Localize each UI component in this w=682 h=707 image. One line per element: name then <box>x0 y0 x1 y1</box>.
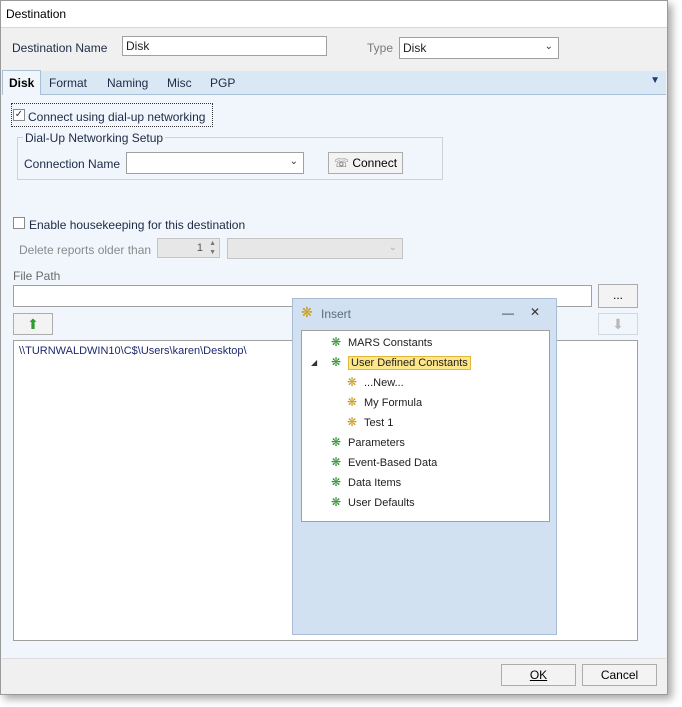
arrow-down-icon: ⬇ <box>612 316 624 332</box>
destination-name-value: Disk <box>126 39 150 53</box>
chevron-down-icon: ⌄ <box>388 242 397 253</box>
minimize-icon[interactable]: — <box>502 306 514 320</box>
ok-button-label: OK <box>529 668 548 682</box>
tab-misc[interactable]: Misc <box>167 76 192 90</box>
type-select[interactable]: Disk ⌄ <box>399 37 559 59</box>
puzzle-green-icon: ❋ <box>330 435 342 449</box>
housekeeping-label[interactable]: Enable housekeeping for this destination <box>29 218 245 232</box>
tree-node-user-defaults[interactable]: ❋ User Defaults <box>328 493 415 511</box>
dialup-group-title: Dial-Up Networking Setup <box>23 131 166 145</box>
tree-node-mars-constants[interactable]: ❋ MARS Constants <box>328 333 432 351</box>
puzzle-gold-icon: ❋ <box>346 415 358 429</box>
remove-path-button[interactable]: ⬇ <box>598 313 638 335</box>
connection-name-select[interactable]: ⌄ <box>126 152 304 174</box>
tree-node-test-1[interactable]: ❋ Test 1 <box>344 413 393 431</box>
connect-button-label: Connect <box>352 156 398 170</box>
chevron-down-icon: ⌄ <box>289 156 298 167</box>
ok-button[interactable]: OK <box>501 664 576 686</box>
delete-older-stepper[interactable]: 1 ▲ ▼ <box>157 238 220 258</box>
tree-node-new[interactable]: ❋ ...New... <box>344 373 404 391</box>
puzzle-green-icon: ❋ <box>330 355 342 369</box>
delete-unit-select[interactable]: ⌄ <box>227 238 403 259</box>
type-label: Type <box>367 41 394 55</box>
destination-dialog: Destination Destination Name Disk Type D… <box>0 0 668 695</box>
stepper-arrows-icon: ▲ ▼ <box>209 240 216 256</box>
tree-node-data-items[interactable]: ❋ Data Items <box>328 473 401 491</box>
tab-pgp[interactable]: PGP <box>210 76 235 90</box>
file-path-label: File Path <box>13 269 61 283</box>
connection-name-label: Connection Name <box>24 157 121 171</box>
chevron-down-icon: ⌄ <box>544 41 553 52</box>
tree-node-event-based-data[interactable]: ❋ Event-Based Data <box>328 453 437 471</box>
type-value: Disk <box>403 41 427 55</box>
cancel-button[interactable]: Cancel <box>582 664 657 686</box>
tab-strip: Disk Format Naming Misc PGP ▼ <box>2 70 666 95</box>
puzzle-green-icon: ❋ <box>330 495 342 509</box>
puzzle-icon: ❋ <box>301 304 313 320</box>
tab-menu-icon[interactable]: ▼ <box>650 75 660 86</box>
expand-triangle-icon[interactable]: ◢ <box>311 358 317 367</box>
title-bar[interactable]: Destination <box>1 1 667 28</box>
insert-popup-title: Insert <box>321 307 352 321</box>
tab-naming[interactable]: Naming <box>107 76 148 90</box>
puzzle-green-icon: ❋ <box>330 455 342 469</box>
destination-name-input[interactable]: Disk <box>122 36 327 56</box>
puzzle-green-icon: ❋ <box>330 475 342 489</box>
puzzle-green-icon: ❋ <box>330 335 342 349</box>
delete-older-label: Delete reports older than <box>19 243 152 257</box>
puzzle-gold-icon: ❋ <box>346 375 358 389</box>
tree-node-user-defined-constants[interactable]: ❋ User Defined Constants <box>328 353 471 371</box>
connect-button[interactable]: ☏ Connect <box>328 152 403 174</box>
housekeeping-checkbox[interactable] <box>13 217 25 229</box>
tab-disk[interactable]: Disk <box>2 70 42 95</box>
insert-popup: ❋ Insert — ✕ ❋ MARS Constants ◢ ❋ User Def… <box>292 298 557 635</box>
delete-older-value: 1 <box>196 242 203 254</box>
puzzle-gold-icon: ❋ <box>346 395 358 409</box>
tree-node-my-formula[interactable]: ❋ My Formula <box>344 393 422 411</box>
dialup-checkbox-label[interactable]: Connect using dial-up networking <box>28 110 205 124</box>
tab-format[interactable]: Format <box>49 76 87 90</box>
cancel-button-label: Cancel <box>600 668 639 682</box>
browse-button[interactable]: ... <box>598 284 638 308</box>
close-icon[interactable]: ✕ <box>530 305 540 319</box>
add-path-button[interactable]: ⬆ <box>13 313 53 335</box>
tree-node-parameters[interactable]: ❋ Parameters <box>328 433 405 451</box>
arrow-up-icon: ⬆ <box>27 316 39 332</box>
destination-name-label: Destination Name <box>12 41 108 55</box>
modem-icon: ☏ <box>333 156 349 170</box>
window-title: Destination <box>6 7 67 21</box>
insert-tree: ❋ MARS Constants ◢ ❋ User Defined Constant… <box>301 330 550 522</box>
dialup-checkbox[interactable]: ✓ <box>13 109 25 121</box>
